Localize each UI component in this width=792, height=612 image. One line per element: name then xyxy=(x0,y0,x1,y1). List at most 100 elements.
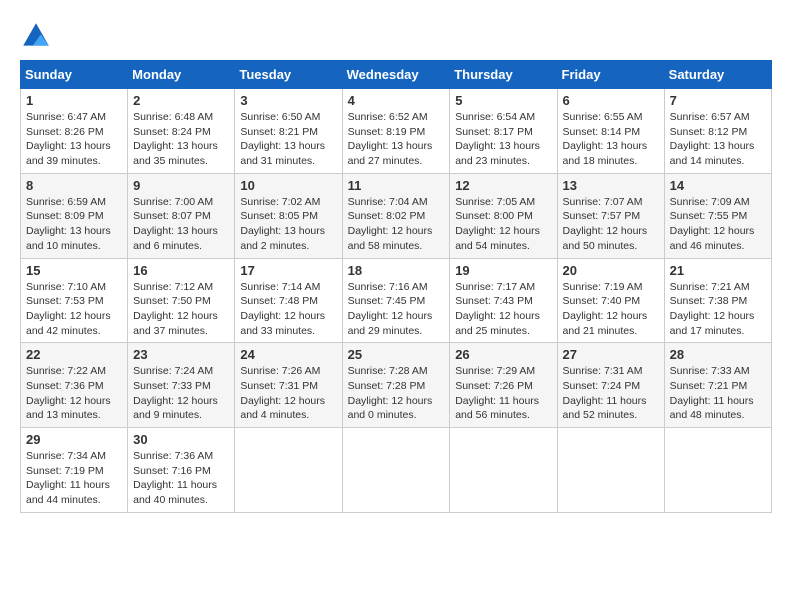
calendar-cell xyxy=(235,428,342,513)
calendar-cell: 8 Sunrise: 6:59 AM Sunset: 8:09 PM Dayli… xyxy=(21,173,128,258)
calendar-cell: 22 Sunrise: 7:22 AM Sunset: 7:36 PM Dayl… xyxy=(21,343,128,428)
day-info: Sunrise: 7:09 AM Sunset: 7:55 PM Dayligh… xyxy=(670,195,766,254)
calendar-cell: 15 Sunrise: 7:10 AM Sunset: 7:53 PM Dayl… xyxy=(21,258,128,343)
calendar-week-row: 1 Sunrise: 6:47 AM Sunset: 8:26 PM Dayli… xyxy=(21,89,772,174)
day-number: 20 xyxy=(563,263,659,278)
calendar-week-row: 15 Sunrise: 7:10 AM Sunset: 7:53 PM Dayl… xyxy=(21,258,772,343)
calendar-cell: 2 Sunrise: 6:48 AM Sunset: 8:24 PM Dayli… xyxy=(128,89,235,174)
calendar-cell: 16 Sunrise: 7:12 AM Sunset: 7:50 PM Dayl… xyxy=(128,258,235,343)
day-number: 13 xyxy=(563,178,659,193)
day-number: 29 xyxy=(26,432,122,447)
day-number: 1 xyxy=(26,93,122,108)
calendar-cell: 19 Sunrise: 7:17 AM Sunset: 7:43 PM Dayl… xyxy=(450,258,557,343)
day-info: Sunrise: 7:00 AM Sunset: 8:07 PM Dayligh… xyxy=(133,195,229,254)
calendar-cell: 20 Sunrise: 7:19 AM Sunset: 7:40 PM Dayl… xyxy=(557,258,664,343)
day-info: Sunrise: 7:29 AM Sunset: 7:26 PM Dayligh… xyxy=(455,364,551,423)
day-info: Sunrise: 7:34 AM Sunset: 7:19 PM Dayligh… xyxy=(26,449,122,508)
day-number: 6 xyxy=(563,93,659,108)
day-info: Sunrise: 7:24 AM Sunset: 7:33 PM Dayligh… xyxy=(133,364,229,423)
calendar-cell: 11 Sunrise: 7:04 AM Sunset: 8:02 PM Dayl… xyxy=(342,173,450,258)
day-number: 14 xyxy=(670,178,766,193)
weekday-header-monday: Monday xyxy=(128,61,235,89)
calendar-cell xyxy=(342,428,450,513)
page-header xyxy=(20,20,772,52)
calendar-cell: 1 Sunrise: 6:47 AM Sunset: 8:26 PM Dayli… xyxy=(21,89,128,174)
calendar-cell: 5 Sunrise: 6:54 AM Sunset: 8:17 PM Dayli… xyxy=(450,89,557,174)
logo-icon xyxy=(20,20,52,52)
calendar-table: SundayMondayTuesdayWednesdayThursdayFrid… xyxy=(20,60,772,513)
calendar-week-row: 29 Sunrise: 7:34 AM Sunset: 7:19 PM Dayl… xyxy=(21,428,772,513)
calendar-cell xyxy=(664,428,771,513)
day-info: Sunrise: 7:14 AM Sunset: 7:48 PM Dayligh… xyxy=(240,280,336,339)
calendar-cell: 23 Sunrise: 7:24 AM Sunset: 7:33 PM Dayl… xyxy=(128,343,235,428)
day-number: 15 xyxy=(26,263,122,278)
calendar-cell xyxy=(450,428,557,513)
day-info: Sunrise: 7:26 AM Sunset: 7:31 PM Dayligh… xyxy=(240,364,336,423)
weekday-header-sunday: Sunday xyxy=(21,61,128,89)
day-info: Sunrise: 7:28 AM Sunset: 7:28 PM Dayligh… xyxy=(348,364,445,423)
calendar-cell: 30 Sunrise: 7:36 AM Sunset: 7:16 PM Dayl… xyxy=(128,428,235,513)
calendar-cell xyxy=(557,428,664,513)
calendar-cell: 29 Sunrise: 7:34 AM Sunset: 7:19 PM Dayl… xyxy=(21,428,128,513)
day-info: Sunrise: 7:21 AM Sunset: 7:38 PM Dayligh… xyxy=(670,280,766,339)
day-info: Sunrise: 7:17 AM Sunset: 7:43 PM Dayligh… xyxy=(455,280,551,339)
day-number: 16 xyxy=(133,263,229,278)
day-info: Sunrise: 6:59 AM Sunset: 8:09 PM Dayligh… xyxy=(26,195,122,254)
day-info: Sunrise: 6:50 AM Sunset: 8:21 PM Dayligh… xyxy=(240,110,336,169)
day-number: 28 xyxy=(670,347,766,362)
day-number: 25 xyxy=(348,347,445,362)
day-number: 24 xyxy=(240,347,336,362)
calendar-cell: 21 Sunrise: 7:21 AM Sunset: 7:38 PM Dayl… xyxy=(664,258,771,343)
day-number: 30 xyxy=(133,432,229,447)
day-info: Sunrise: 7:33 AM Sunset: 7:21 PM Dayligh… xyxy=(670,364,766,423)
day-number: 17 xyxy=(240,263,336,278)
day-number: 7 xyxy=(670,93,766,108)
day-info: Sunrise: 7:19 AM Sunset: 7:40 PM Dayligh… xyxy=(563,280,659,339)
calendar-cell: 13 Sunrise: 7:07 AM Sunset: 7:57 PM Dayl… xyxy=(557,173,664,258)
logo xyxy=(20,20,56,52)
calendar-cell: 17 Sunrise: 7:14 AM Sunset: 7:48 PM Dayl… xyxy=(235,258,342,343)
day-number: 3 xyxy=(240,93,336,108)
calendar-cell: 14 Sunrise: 7:09 AM Sunset: 7:55 PM Dayl… xyxy=(664,173,771,258)
weekday-header-friday: Friday xyxy=(557,61,664,89)
day-number: 19 xyxy=(455,263,551,278)
weekday-header-tuesday: Tuesday xyxy=(235,61,342,89)
calendar-cell: 24 Sunrise: 7:26 AM Sunset: 7:31 PM Dayl… xyxy=(235,343,342,428)
calendar-cell: 12 Sunrise: 7:05 AM Sunset: 8:00 PM Dayl… xyxy=(450,173,557,258)
day-number: 10 xyxy=(240,178,336,193)
calendar-week-row: 22 Sunrise: 7:22 AM Sunset: 7:36 PM Dayl… xyxy=(21,343,772,428)
day-info: Sunrise: 7:12 AM Sunset: 7:50 PM Dayligh… xyxy=(133,280,229,339)
day-info: Sunrise: 7:16 AM Sunset: 7:45 PM Dayligh… xyxy=(348,280,445,339)
calendar-cell: 26 Sunrise: 7:29 AM Sunset: 7:26 PM Dayl… xyxy=(450,343,557,428)
day-info: Sunrise: 7:05 AM Sunset: 8:00 PM Dayligh… xyxy=(455,195,551,254)
calendar-cell: 18 Sunrise: 7:16 AM Sunset: 7:45 PM Dayl… xyxy=(342,258,450,343)
day-number: 5 xyxy=(455,93,551,108)
calendar-cell: 7 Sunrise: 6:57 AM Sunset: 8:12 PM Dayli… xyxy=(664,89,771,174)
day-number: 11 xyxy=(348,178,445,193)
calendar-cell: 28 Sunrise: 7:33 AM Sunset: 7:21 PM Dayl… xyxy=(664,343,771,428)
day-info: Sunrise: 6:55 AM Sunset: 8:14 PM Dayligh… xyxy=(563,110,659,169)
weekday-header-wednesday: Wednesday xyxy=(342,61,450,89)
weekday-header-saturday: Saturday xyxy=(664,61,771,89)
day-info: Sunrise: 7:31 AM Sunset: 7:24 PM Dayligh… xyxy=(563,364,659,423)
day-number: 23 xyxy=(133,347,229,362)
calendar-cell: 3 Sunrise: 6:50 AM Sunset: 8:21 PM Dayli… xyxy=(235,89,342,174)
calendar-week-row: 8 Sunrise: 6:59 AM Sunset: 8:09 PM Dayli… xyxy=(21,173,772,258)
day-number: 22 xyxy=(26,347,122,362)
day-info: Sunrise: 6:54 AM Sunset: 8:17 PM Dayligh… xyxy=(455,110,551,169)
day-number: 4 xyxy=(348,93,445,108)
day-number: 8 xyxy=(26,178,122,193)
day-number: 9 xyxy=(133,178,229,193)
day-number: 21 xyxy=(670,263,766,278)
calendar-cell: 25 Sunrise: 7:28 AM Sunset: 7:28 PM Dayl… xyxy=(342,343,450,428)
calendar-cell: 27 Sunrise: 7:31 AM Sunset: 7:24 PM Dayl… xyxy=(557,343,664,428)
day-info: Sunrise: 6:52 AM Sunset: 8:19 PM Dayligh… xyxy=(348,110,445,169)
day-info: Sunrise: 7:36 AM Sunset: 7:16 PM Dayligh… xyxy=(133,449,229,508)
day-info: Sunrise: 6:48 AM Sunset: 8:24 PM Dayligh… xyxy=(133,110,229,169)
day-info: Sunrise: 7:07 AM Sunset: 7:57 PM Dayligh… xyxy=(563,195,659,254)
day-info: Sunrise: 6:47 AM Sunset: 8:26 PM Dayligh… xyxy=(26,110,122,169)
day-info: Sunrise: 7:04 AM Sunset: 8:02 PM Dayligh… xyxy=(348,195,445,254)
day-number: 2 xyxy=(133,93,229,108)
day-number: 18 xyxy=(348,263,445,278)
day-number: 27 xyxy=(563,347,659,362)
